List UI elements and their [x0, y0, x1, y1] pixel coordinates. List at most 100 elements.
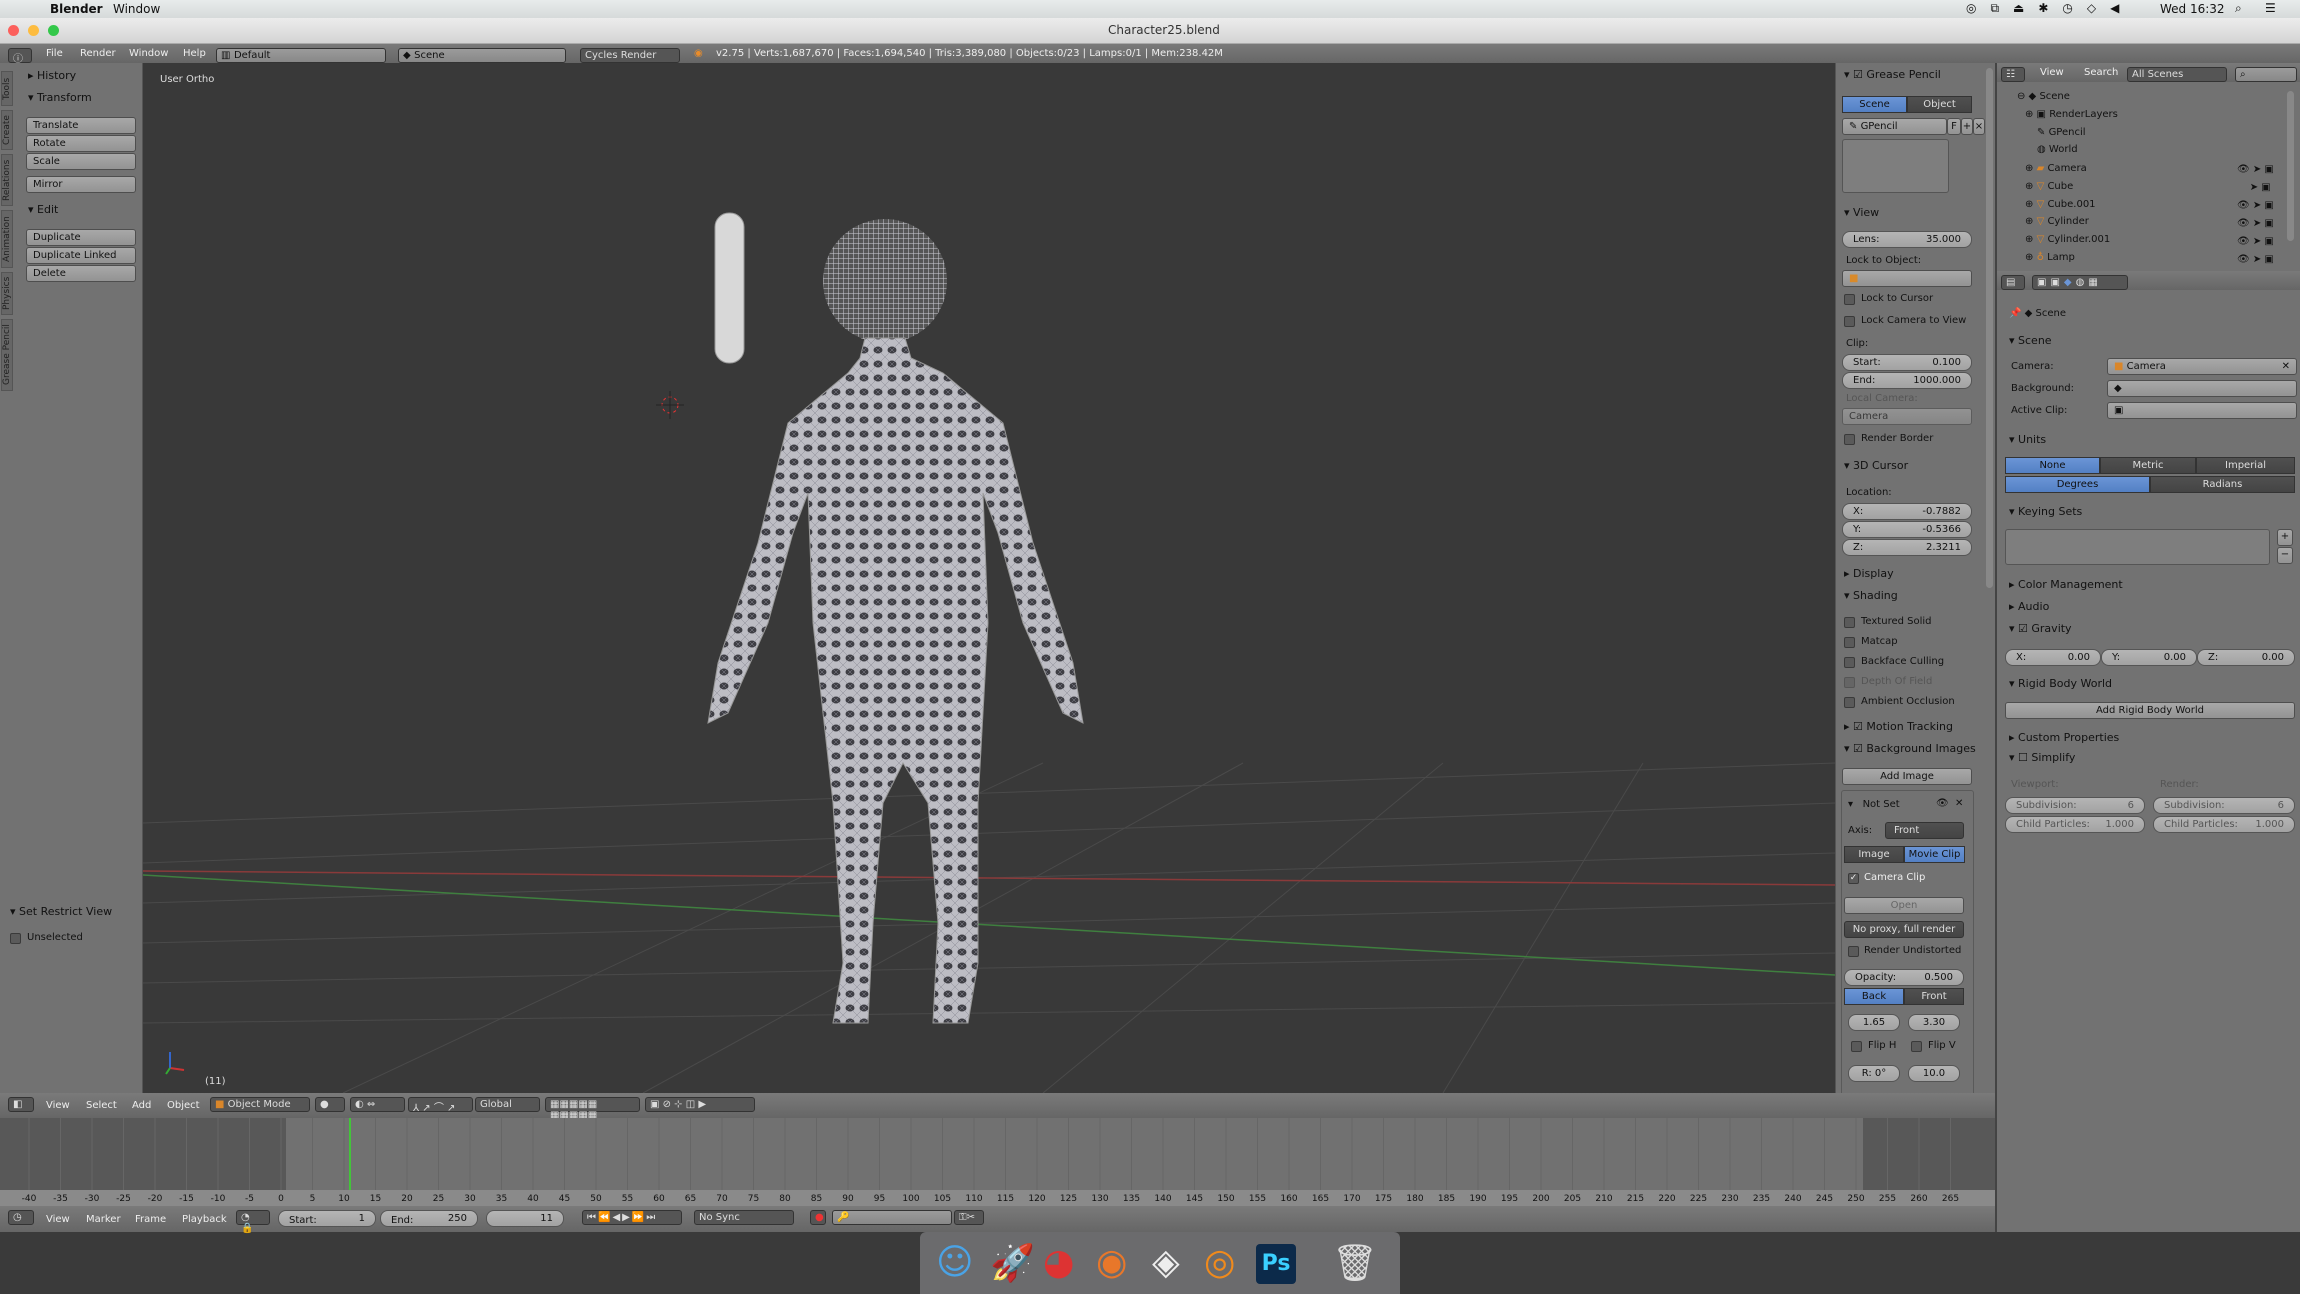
source-tab-image[interactable]: Image: [1844, 846, 1904, 863]
opacity-field[interactable]: Opacity: 0.500: [1844, 969, 1964, 986]
snap-and-render-icons[interactable]: ▣ ⊘ ⊹ ◫ ▶: [645, 1097, 755, 1112]
mirror-button[interactable]: Mirror: [26, 176, 136, 193]
render-child-particles-field[interactable]: Child Particles: 1.000: [2153, 816, 2295, 833]
blender-icon[interactable]: ◎: [1204, 1242, 1235, 1283]
panel-gravity[interactable]: ▾ ☑ Gravity: [2009, 622, 2072, 635]
orientation-select[interactable]: Global: [475, 1097, 540, 1112]
matcap-checkbox[interactable]: [1844, 637, 1855, 648]
gravity-y-field[interactable]: Y: 0.00: [2101, 649, 2197, 666]
units-none[interactable]: None: [2005, 457, 2100, 474]
menubar-status-icons[interactable]: ◎⧉⏏✱◷◇◀: [1966, 1, 2133, 16]
outliner-item-cube[interactable]: ⊕ ▽ Cube: [2025, 181, 2073, 192]
spotlight-icon[interactable]: ⌕: [2235, 1, 2242, 16]
keying-set-field[interactable]: 🔑: [832, 1210, 952, 1225]
current-frame-field[interactable]: 11: [486, 1210, 564, 1227]
finder-icon[interactable]: ☺: [936, 1242, 974, 1283]
timeline-menu-view[interactable]: View: [46, 1214, 70, 1225]
view3d-menu-view[interactable]: View: [46, 1100, 70, 1111]
view3d-menu-object[interactable]: Object: [167, 1100, 200, 1111]
insert-delete-keyframe-icons[interactable]: ⚿✂: [954, 1210, 984, 1225]
tab-tools[interactable]: Tools: [1, 71, 13, 106]
backface-culling-checkbox[interactable]: [1844, 657, 1855, 668]
scene-camera-field[interactable]: ■ Camera ✕: [2107, 358, 2297, 375]
panel-units[interactable]: ▾ Units: [2009, 433, 2046, 446]
remove-keying-set-icon[interactable]: −: [2277, 547, 2293, 564]
delete-button[interactable]: Delete: [26, 265, 136, 282]
scale-button[interactable]: Scale: [26, 153, 136, 170]
record-keyframe-icon[interactable]: ●: [810, 1210, 826, 1225]
start-frame-field[interactable]: Start: 1: [278, 1210, 376, 1227]
outliner-item-camera[interactable]: ⊕ ▰ Camera: [2025, 163, 2087, 174]
size-field[interactable]: 10.0: [1908, 1065, 1960, 1082]
close-button[interactable]: [8, 25, 19, 36]
render-border-checkbox[interactable]: [1844, 434, 1855, 445]
rotation-degrees[interactable]: Degrees: [2005, 476, 2150, 493]
menubar-clock[interactable]: Wed 16:32: [2160, 2, 2225, 16]
eye-icon[interactable]: 👁: [1936, 798, 1949, 809]
screen-layout-select[interactable]: ▥ Default: [216, 48, 386, 63]
menu-render[interactable]: Render: [80, 48, 116, 59]
tab-relations[interactable]: Relations: [1, 154, 13, 206]
offset-y-field[interactable]: 3.30: [1908, 1014, 1960, 1031]
editor-type-outliner-icon[interactable]: ☷: [2001, 67, 2025, 82]
gravity-x-field[interactable]: X: 0.00: [2005, 649, 2101, 666]
menubar-app-name[interactable]: Blender: [50, 2, 103, 16]
render-undistorted-checkbox[interactable]: [1848, 946, 1859, 957]
layer-buttons[interactable]: ▦▦▦▦▦ ▦▦▦▦▦: [545, 1097, 640, 1121]
outliner-menu-view[interactable]: View: [2040, 67, 2064, 78]
end-frame-field[interactable]: End: 250: [380, 1210, 478, 1227]
rotate-button[interactable]: Rotate: [26, 135, 136, 152]
outliner-item-cube-001[interactable]: ⊕ ▽ Cube.001: [2025, 199, 2096, 210]
viewport-child-particles-field[interactable]: Child Particles: 1.000: [2005, 816, 2145, 833]
panel-audio[interactable]: ▸ Audio: [2009, 600, 2049, 613]
panel-custom-properties[interactable]: ▸ Custom Properties: [2009, 731, 2119, 744]
pivot-manipulator-icons[interactable]: ◐ ⇔: [350, 1097, 405, 1112]
tab-grease-pencil[interactable]: Grease Pencil: [1, 319, 13, 391]
axis-select[interactable]: Front: [1885, 822, 1964, 839]
timeline-menu-playback[interactable]: Playback: [182, 1214, 227, 1225]
panel-edit[interactable]: ▾ Edit: [28, 203, 58, 216]
panel-3d-cursor[interactable]: ▾ 3D Cursor: [1844, 459, 1908, 472]
panel-motion-tracking[interactable]: ▸ ☑ Motion Tracking: [1844, 720, 1953, 733]
active-clip-field[interactable]: ▣: [2107, 402, 2297, 419]
source-tab-movie-clip[interactable]: Movie Clip: [1904, 846, 1965, 863]
menu-window[interactable]: Window: [129, 48, 168, 59]
preview-range-lock-icons[interactable]: ◔ 🔒: [236, 1210, 270, 1234]
add-keying-set-icon[interactable]: +: [2277, 529, 2293, 546]
outliner-item-cylinder-001[interactable]: ⊕ ▽ Cylinder.001: [2025, 234, 2110, 245]
menubar-window[interactable]: Window: [113, 2, 160, 16]
keying-sets-list[interactable]: [2005, 529, 2270, 565]
unity-icon[interactable]: ◈: [1152, 1242, 1180, 1283]
panel-grease-pencil[interactable]: ▾ ☑ Grease Pencil: [1844, 68, 1941, 81]
cursor-x-field[interactable]: X: -0.7882: [1842, 503, 1972, 520]
panel-history[interactable]: ▸ History: [28, 69, 76, 82]
outliner-item-gpencil[interactable]: ✎ GPencil: [2037, 127, 2086, 138]
chrome-icon[interactable]: ◕: [1043, 1242, 1074, 1283]
panel-shading[interactable]: ▾ Shading: [1844, 589, 1898, 602]
operator-panel-title[interactable]: ▾ Set Restrict View: [10, 905, 112, 918]
lock-object-field[interactable]: ■: [1842, 270, 1972, 287]
viewport-shading-select[interactable]: ●: [315, 1097, 345, 1112]
menu-file[interactable]: File: [46, 48, 63, 59]
outliner-filter-select[interactable]: All Scenes: [2127, 67, 2227, 82]
add-icon[interactable]: +: [1961, 118, 1973, 135]
sidebar-scrollbar[interactable]: [1986, 68, 1993, 588]
lock-to-cursor-checkbox[interactable]: [1844, 294, 1855, 305]
gp-layer-list[interactable]: [1842, 139, 1949, 193]
render-subdivision-field[interactable]: Subdivision: 6: [2153, 797, 2295, 814]
menu-help[interactable]: Help: [183, 48, 206, 59]
panel-scene[interactable]: ▾ Scene: [2009, 334, 2052, 347]
outliner-restrict-icons[interactable]: 👁 ➤ ▣ ➤ ▣ 👁 ➤ ▣ 👁 ➤ ▣ 👁 ➤ ▣ 👁 ➤ ▣: [2237, 161, 2274, 269]
3d-viewport[interactable]: User Ortho (11): [143, 63, 1835, 1093]
units-imperial[interactable]: Imperial: [2196, 457, 2295, 474]
textured-solid-checkbox[interactable]: [1844, 617, 1855, 628]
open-clip-button[interactable]: Open: [1844, 897, 1964, 914]
panel-keying-sets[interactable]: ▾ Keying Sets: [2009, 505, 2082, 518]
outliner-item-cylinder[interactable]: ⊕ ▽ Cylinder: [2025, 216, 2089, 227]
duplicate-button[interactable]: Duplicate: [26, 229, 136, 246]
notification-center-icon[interactable]: ☰: [2265, 1, 2276, 15]
gpencil-fake-user-button[interactable]: F: [1947, 118, 1961, 135]
view3d-menu-add[interactable]: Add: [132, 1100, 151, 1111]
remove-bg-icon[interactable]: ✕: [1955, 798, 1963, 809]
rotation-field[interactable]: R: 0°: [1848, 1065, 1900, 1082]
